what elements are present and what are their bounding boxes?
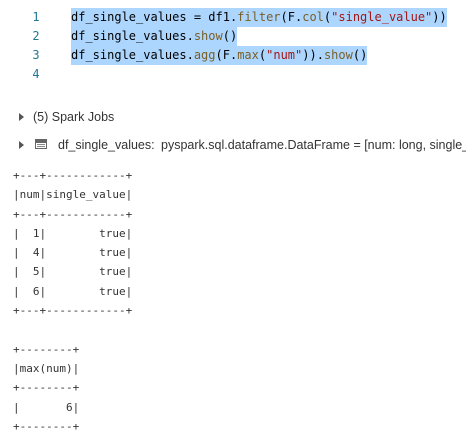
chevron-right-icon[interactable] xyxy=(19,141,24,149)
code-text[interactable]: df_single_values.agg(F.max("num")).show(… xyxy=(71,46,368,65)
cell-output-text: +---+------------+ |num|single_value| +-… xyxy=(13,169,133,431)
code-token: (F. xyxy=(280,10,303,24)
line-number: 4 xyxy=(32,67,40,81)
code-line[interactable]: 4 xyxy=(0,65,466,84)
line-number: 2 xyxy=(32,29,40,43)
code-token: )). xyxy=(302,48,324,62)
dataframe-name: df_single_values: xyxy=(58,138,155,152)
line-number: 1 xyxy=(32,10,40,24)
code-token: (F. xyxy=(215,48,238,62)
table-icon xyxy=(35,139,47,149)
line-number: 3 xyxy=(32,48,40,62)
code-token: show xyxy=(193,29,223,43)
spark-jobs-row[interactable]: (5) Spark Jobs xyxy=(0,106,466,128)
code-cell-editor[interactable]: 1 df_single_values = df1.filter(F.col("si… xyxy=(0,0,466,92)
code-token: df_single_values = df1. xyxy=(71,10,238,24)
code-token: col xyxy=(302,10,324,24)
code-token: df_single_values. xyxy=(71,48,194,62)
code-token: filter xyxy=(237,10,281,24)
code-text[interactable]: df_single_values.show() xyxy=(71,27,238,46)
code-text[interactable]: df_single_values = df1.filter(F.col("sin… xyxy=(71,8,447,27)
code-token: show xyxy=(323,48,353,62)
dataframe-type: pyspark.sql.dataframe.DataFrame = [num: … xyxy=(161,138,466,152)
dataframe-info-row[interactable]: df_single_values: pyspark.sql.dataframe.… xyxy=(0,134,466,156)
code-line[interactable]: 2 df_single_values.show() xyxy=(0,27,466,46)
code-token: "num" xyxy=(266,48,303,62)
code-token: df_single_values. xyxy=(71,29,194,43)
code-line[interactable]: 3 df_single_values.agg(F.max("num")).show… xyxy=(0,46,466,65)
spark-jobs-label[interactable]: (5) Spark Jobs xyxy=(33,106,114,128)
code-line[interactable]: 1 df_single_values = df1.filter(F.col("si… xyxy=(0,8,466,27)
chevron-right-icon[interactable] xyxy=(19,113,24,121)
code-token: max xyxy=(237,48,259,62)
code-token: "single_value" xyxy=(331,10,433,24)
code-token: )) xyxy=(432,10,447,24)
code-token: agg xyxy=(193,48,216,62)
code-token: () xyxy=(352,48,368,62)
code-token: () xyxy=(222,29,238,43)
